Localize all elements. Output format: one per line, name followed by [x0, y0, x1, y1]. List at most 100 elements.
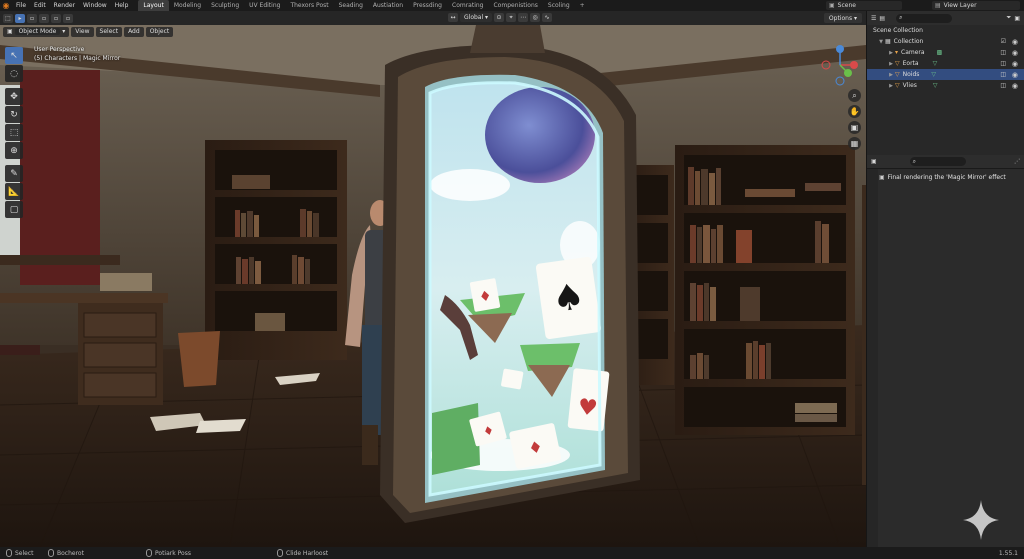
menu-window[interactable]: Window [79, 0, 111, 11]
expand-icon[interactable]: ▼ [877, 39, 885, 45]
annotate-tool-icon[interactable]: ✎ [5, 165, 23, 182]
proportional-edit-icon[interactable]: ◎ [530, 13, 541, 22]
menu-edit[interactable]: Edit [30, 0, 50, 11]
viewport-header: ⬚ ▸ ▫ ▫ ▫ ▫ ↔ Global ▾ ⊙ ⌖ ⋯ ◎ ∿ Options… [0, 11, 866, 25]
panel-options-icon[interactable]: ⋰ [1014, 158, 1020, 165]
camera-toggle-icon[interactable]: ◫ [1000, 82, 1006, 89]
add-workspace-button[interactable]: + [575, 0, 590, 11]
zoom-icon[interactable]: ⌕ [848, 89, 861, 102]
select-mode-1-icon[interactable]: ▫ [27, 13, 37, 23]
tab-austiation[interactable]: Austiation [368, 0, 408, 11]
3d-viewport[interactable]: ♠ ♥ ♦ ♦ ♦ ▣ Object Mode ▾ View Select Ad… [0, 25, 866, 547]
tab-modeling[interactable]: Modeling [169, 0, 206, 11]
falloff-icon[interactable]: ∿ [542, 13, 553, 22]
object-mode-dropdown[interactable]: ▣ Object Mode ▾ [3, 27, 70, 37]
tab-seading[interactable]: Seading [334, 0, 368, 11]
scale-tool-icon[interactable]: ⬚ [5, 124, 23, 141]
measure-tool-icon[interactable]: 📐 [5, 183, 23, 200]
select-mode-4-icon[interactable]: ▫ [63, 13, 73, 23]
expand-icon[interactable]: ▶ [887, 83, 895, 89]
outliner-item-camera[interactable]: ▶ ▾ Camera ▩ ◫ ◉ [867, 47, 1024, 58]
tab-sculpting[interactable]: Sculpting [206, 0, 244, 11]
expand-icon[interactable]: ▶ [887, 50, 895, 56]
eye-icon[interactable]: ◉ [1012, 82, 1018, 90]
camera-toggle-icon[interactable]: ◫ [1000, 71, 1006, 78]
eye-icon[interactable]: ◉ [1012, 38, 1018, 46]
blender-logo-icon[interactable]: ◉ [0, 0, 12, 11]
menu-render[interactable]: Render [50, 0, 79, 11]
expand-icon[interactable]: ▶ [887, 61, 895, 67]
menu-select[interactable]: Select [95, 27, 123, 37]
eye-icon[interactable]: ◉ [1012, 60, 1018, 68]
select-mode-2-icon[interactable]: ▫ [39, 13, 49, 23]
sparkle-icon [963, 500, 999, 540]
status-item-4: Clide Harloost [277, 549, 328, 557]
menu-object[interactable]: Object [145, 27, 174, 37]
scene-render: ♠ ♥ ♦ ♦ ♦ [0, 25, 866, 547]
editor-type-icon[interactable]: ⬚ [3, 13, 13, 23]
outliner-collection[interactable]: ▼ ▦ Collection ☑ ◉ [867, 36, 1024, 47]
tab-comrating[interactable]: Comrating [447, 0, 488, 11]
move-tool-icon[interactable]: ✥ [5, 88, 23, 105]
menu-help[interactable]: Help [111, 0, 133, 11]
options-dropdown[interactable]: Options ▾ [823, 13, 862, 23]
status-item-2-label: Bocherot [57, 549, 84, 557]
eye-icon[interactable]: ◉ [1012, 71, 1018, 79]
new-collection-icon[interactable]: ▣ [1014, 15, 1020, 22]
collection-info: (5) Characters | Magic Mirror [34, 55, 121, 62]
select-mode-3-icon[interactable]: ▫ [51, 13, 61, 23]
cursor-tool-icon[interactable]: ◌ [5, 65, 23, 82]
add-cube-tool-icon[interactable]: ▢ [5, 201, 23, 218]
tab-uv-editing[interactable]: UV Editing [244, 0, 285, 11]
pivot-icon[interactable]: ↔ [448, 13, 458, 22]
outliner-scene-collection[interactable]: Scene Collection [867, 25, 1024, 36]
scene-selector[interactable]: ▣ Scene [826, 1, 902, 10]
camera-toggle-icon[interactable]: ◫ [1000, 49, 1006, 56]
outliner-item-noids[interactable]: ▶ ▽ Noids ▽ ◫ ◉ [867, 69, 1024, 80]
menu-file[interactable]: File [12, 0, 30, 11]
view-name: User Perspective [34, 46, 85, 53]
outliner-item-eorta[interactable]: ▶ ▽ Eorta ▽ ◫ ◉ [867, 58, 1024, 69]
menu-add[interactable]: Add [124, 27, 144, 37]
eye-icon[interactable]: ◉ [1012, 49, 1018, 57]
status-item-2: Bocherot [48, 549, 84, 557]
tab-thexors-post[interactable]: Thexors Post [285, 0, 333, 11]
rotate-tool-icon[interactable]: ↻ [5, 106, 23, 123]
collection-icon: ▦ [885, 38, 891, 45]
status-select: Select [6, 549, 34, 557]
object-icon: ▽ [895, 82, 900, 89]
tab-layout[interactable]: Layout [138, 0, 169, 11]
select-tool-icon[interactable]: ↖ [5, 47, 23, 64]
workspace-tabs: Layout Modeling Sculpting UV Editing The… [138, 0, 589, 11]
outliner-item-label: Eorta [902, 60, 919, 67]
checkbox-icon[interactable]: ☑ [1001, 38, 1006, 45]
snap-icon[interactable]: ⌖ [506, 13, 517, 22]
mouse-middle-icon [48, 549, 54, 557]
pan-hand-icon[interactable]: ✋ [848, 105, 861, 118]
transform-orientation-dropdown[interactable]: Global ▾ [460, 13, 493, 22]
snap-settings-icon[interactable]: ⋯ [518, 13, 529, 22]
mouse-scroll-icon [277, 549, 283, 557]
tab-scoling[interactable]: Scoling [543, 0, 575, 11]
tab-pressding[interactable]: Pressding [408, 0, 447, 11]
outliner-editor-icon[interactable]: ☰ [871, 15, 876, 22]
search-icon: ⌕ [912, 157, 917, 165]
menu-view[interactable]: View [71, 27, 94, 37]
ortho-toggle-icon[interactable]: ▦ [848, 137, 861, 150]
object-icon: ▽ [895, 60, 900, 67]
display-mode-icon[interactable]: ▤ [879, 15, 885, 22]
navigation-gizmo[interactable] [818, 43, 862, 87]
outliner-search-input[interactable]: ⌕ [896, 13, 953, 23]
pivot-point-icon[interactable]: ⊙ [494, 13, 505, 22]
tab-compenistions[interactable]: Compenistions [488, 0, 542, 11]
expand-icon[interactable]: ▶ [887, 72, 895, 78]
camera-toggle-icon[interactable]: ◫ [1000, 60, 1006, 67]
select-box-icon[interactable]: ▸ [15, 13, 25, 23]
transform-tool-icon[interactable]: ⊕ [5, 142, 23, 159]
view-layer-selector[interactable]: ▤ View Layer [932, 1, 1020, 10]
properties-search-input[interactable]: ⌕ [909, 157, 966, 166]
filter-icon[interactable]: ⏷ [1007, 14, 1012, 22]
properties-editor-icon[interactable]: ▣ [871, 158, 877, 165]
camera-view-icon[interactable]: ▣ [848, 121, 861, 134]
outliner-item-vlies[interactable]: ▶ ▽ Vlies ▽ ◫ ◉ [867, 80, 1024, 91]
